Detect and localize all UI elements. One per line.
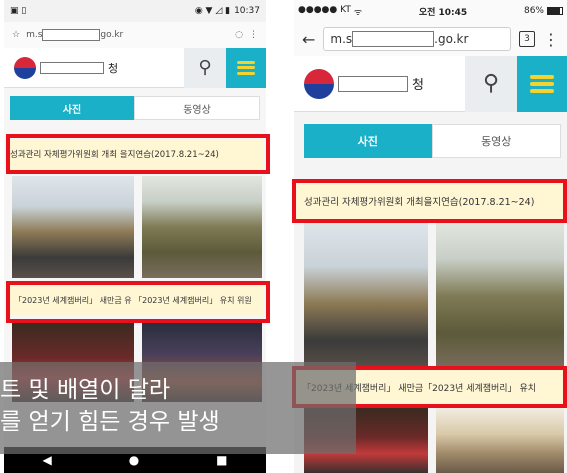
url-prefix: m.s <box>330 32 353 46</box>
highlight-box <box>6 281 270 323</box>
battery-percent: 86% <box>523 6 544 16</box>
tab-count-button[interactable]: 3 <box>519 31 535 47</box>
reload-icon[interactable]: ◌ <box>235 30 243 40</box>
redacted-domain <box>42 29 101 41</box>
media-tabs: 사진 동영상 <box>10 96 260 120</box>
browser-address-bar[interactable]: ☆ m.s go.kr ◌ ⋮ <box>4 22 266 48</box>
battery-icon <box>547 7 563 15</box>
star-icon[interactable]: ☆ <box>12 30 20 40</box>
hamburger-icon <box>237 60 255 75</box>
url-field[interactable]: m.s .go.kr <box>323 27 511 51</box>
clock: 10:37 <box>234 6 260 16</box>
search-button[interactable]: ⚲ <box>465 55 517 112</box>
gallery-photo[interactable] <box>304 222 428 370</box>
site-title-suffix: 청 <box>412 78 424 93</box>
redacted-domain <box>352 31 435 47</box>
status-bar: ▣ ▯ ◉ ▼ ◿ ▮ 10:37 <box>4 0 266 22</box>
home-nav-icon[interactable]: ● <box>129 453 139 467</box>
redacted-agency-name <box>338 75 408 92</box>
url-field[interactable]: m.s go.kr <box>26 29 229 41</box>
overflow-menu-icon[interactable]: ⋮ <box>249 30 258 40</box>
site-title-suffix: 청 <box>108 61 119 75</box>
gallery-photo[interactable] <box>142 176 262 278</box>
wifi-icon: ᯤ <box>353 7 363 18</box>
comparison-slide: { "left_phone": { "status": {"icons_left… <box>0 0 567 473</box>
search-button[interactable]: ⚲ <box>184 47 226 88</box>
site-header: 청 ⚲ <box>4 47 266 88</box>
slide-caption-overlay: 트 및 배열이 달라 를 얻기 힘든 경우 발생 <box>0 362 356 454</box>
site-logo[interactable]: 청 <box>4 56 184 79</box>
overlay-line-1: 트 및 배열이 달라 <box>0 377 171 403</box>
redacted-agency-name <box>40 61 104 74</box>
taegeuk-emblem-icon <box>14 56 36 79</box>
url-prefix: m.s <box>26 30 43 40</box>
back-nav-icon[interactable]: ◀ <box>42 453 51 467</box>
url-suffix: go.kr <box>100 30 124 40</box>
url-suffix: .go.kr <box>434 32 469 46</box>
gallery-photo[interactable] <box>436 408 564 473</box>
overflow-menu-icon[interactable]: ⋮ <box>543 30 559 49</box>
media-tabs: 사진 동영상 <box>304 124 561 158</box>
search-icon: ⚲ <box>482 71 500 96</box>
highlight-box <box>6 134 270 174</box>
tab-videos[interactable]: 동영상 <box>431 124 561 158</box>
hamburger-icon <box>530 74 554 93</box>
overlay-line-2: 를 얻기 힘든 경우 발생 <box>0 409 220 435</box>
highlight-box <box>292 179 567 223</box>
back-arrow-icon[interactable]: ← <box>302 30 315 49</box>
site-header: 청 ⚲ <box>294 55 567 112</box>
hamburger-menu-button[interactable] <box>226 47 266 88</box>
tab-photos[interactable]: 사진 <box>304 124 432 158</box>
taegeuk-emblem-icon <box>304 68 334 99</box>
hamburger-menu-button[interactable] <box>517 55 567 112</box>
site-logo[interactable]: 청 <box>294 68 465 99</box>
search-icon: ⚲ <box>198 57 212 78</box>
carrier-label: ●●●●● KT <box>298 4 351 15</box>
gallery-photo[interactable] <box>12 176 134 278</box>
tab-videos[interactable]: 동영상 <box>134 96 260 120</box>
gallery-photo[interactable] <box>436 222 564 370</box>
recent-apps-nav-icon[interactable]: ■ <box>216 453 227 467</box>
tab-photos[interactable]: 사진 <box>10 96 134 120</box>
status-bar: ●●●●● KT ᯤ 오전 10:45 86% <box>294 0 567 22</box>
clock: 오전 10:45 <box>418 7 468 18</box>
notification-icons: ▣ ▯ <box>10 6 27 16</box>
browser-address-bar[interactable]: ← m.s .go.kr 3 ⋮ <box>294 22 567 56</box>
system-icons: ◉ ▼ ◿ ▮ <box>194 6 231 16</box>
